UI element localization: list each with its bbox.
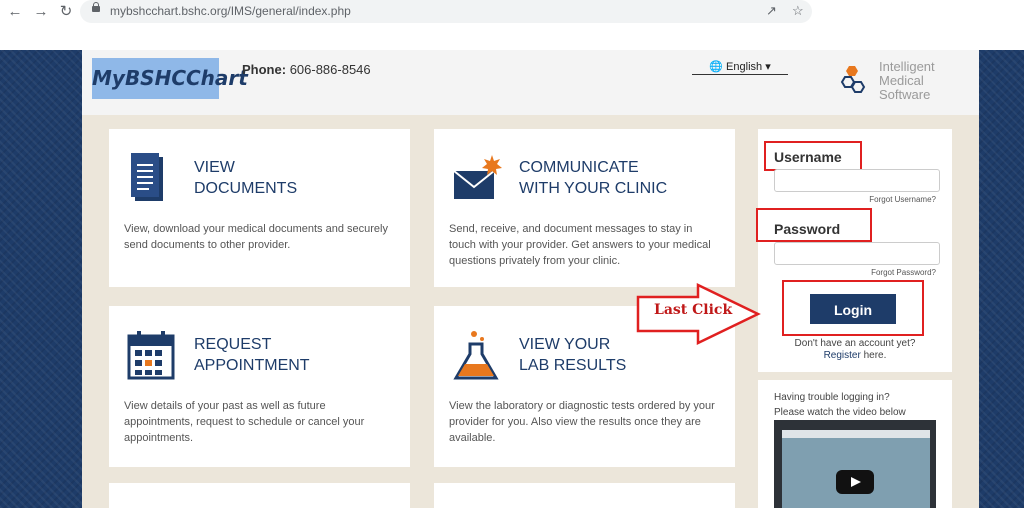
main-content: VIEW DOCUMENTS View, download your medic… (82, 115, 979, 508)
forgot-username-link[interactable]: Forgot Username? (869, 195, 936, 204)
phone-info: Phone: 606-886-8546 (242, 62, 371, 77)
card-description: View the laboratory or diagnostic tests … (449, 400, 715, 444)
username-label: Username (774, 149, 842, 165)
ims-line-1: Intelligent (879, 59, 935, 74)
no-account-text: Don't have an account yet? (794, 338, 916, 349)
card-partial-right[interactable] (434, 483, 735, 508)
phone-label: Phone: (242, 62, 287, 77)
mybshcchart-logo[interactable]: MyBSHCChart (92, 58, 248, 99)
annotation-text: Last Click (654, 302, 733, 318)
address-bar[interactable]: mybshcchart.bshc.org/IMS/general/index.p… (80, 0, 812, 23)
reload-icon[interactable]: ↻ (57, 3, 75, 21)
card-communicate[interactable]: COMMUNICATE WITH YOUR CLINIC Send, recei… (434, 129, 735, 287)
language-selector[interactable]: 🌐 English ▾ (692, 60, 788, 75)
help-video[interactable] (774, 420, 936, 508)
card-title: REQUEST APPOINTMENT (194, 334, 310, 376)
chevron-down-icon: ▾ (765, 61, 771, 73)
help-video-panel: Having trouble logging in? Please watch … (758, 380, 952, 508)
login-panel: Username Forgot Username? Password Forgo… (756, 129, 952, 372)
envelope-icon (453, 155, 502, 199)
phone-number: 606-886-8546 (289, 62, 371, 77)
card-view-documents[interactable]: VIEW DOCUMENTS View, download your medic… (109, 129, 410, 287)
login-button[interactable]: Login (810, 294, 896, 324)
url-text: mybshcchart.bshc.org/IMS/general/index.p… (110, 4, 351, 18)
password-input[interactable] (774, 242, 940, 265)
play-icon[interactable] (836, 470, 874, 494)
lock-icon (92, 2, 100, 12)
ims-logo-text: Intelligent Medical Software (879, 60, 935, 102)
bookmark-star-icon[interactable]: ☆ (792, 3, 804, 19)
card-title-line1: VIEW (194, 159, 235, 176)
back-arrow-icon[interactable]: ← (6, 3, 24, 21)
calendar-icon (127, 331, 175, 380)
help-text: Having trouble logging in? Please watch … (774, 390, 906, 420)
card-title-line2: LAB RESULTS (519, 357, 627, 374)
password-label: Password (774, 221, 841, 237)
document-icon (131, 153, 163, 201)
language-value: English (726, 61, 763, 73)
card-title-line2: DOCUMENTS (194, 180, 298, 197)
card-title-line2: WITH YOUR CLINIC (519, 180, 668, 197)
ims-line-2: Medical (879, 73, 924, 88)
help-line-1: Having trouble logging in? (774, 392, 890, 403)
share-icon[interactable]: ↗ (766, 3, 777, 19)
register-link[interactable]: Register (824, 350, 861, 361)
card-title-line2: APPOINTMENT (194, 357, 310, 374)
card-partial-left[interactable] (109, 483, 410, 508)
ims-line-3: Software (879, 87, 931, 102)
help-line-2: Please watch the video below (774, 407, 906, 418)
register-prompt: Don't have an account yet? Register here… (758, 338, 952, 362)
page-background: MyBSHCChart Phone: 606-886-8546 🌐 Englis… (0, 50, 1024, 508)
card-description: Send, receive, and document messages to … (449, 223, 711, 267)
card-title-line1: REQUEST (194, 336, 272, 353)
card-title-line1: VIEW YOUR (519, 336, 611, 353)
forgot-password-link[interactable]: Forgot Password? (871, 268, 936, 277)
username-input[interactable] (774, 169, 940, 192)
lab-flask-icon (453, 331, 499, 380)
video-thumbnail (782, 430, 930, 508)
browser-toolbar: ← → ↻ mybshcchart.bshc.org/IMS/general/i… (0, 0, 1024, 24)
site-header: MyBSHCChart Phone: 606-886-8546 🌐 Englis… (82, 50, 979, 115)
forward-arrow-icon[interactable]: → (32, 3, 50, 21)
card-title-line1: COMMUNICATE (519, 159, 639, 176)
card-title: VIEW YOUR LAB RESULTS (519, 334, 626, 376)
register-suffix: here. (860, 350, 887, 361)
card-description: View details of your past as well as fut… (124, 400, 365, 444)
ims-hexagon-logo-icon (840, 66, 866, 93)
card-request-appointment[interactable]: REQUEST APPOINTMENT View details of your… (109, 306, 410, 467)
card-title: VIEW DOCUMENTS (194, 157, 297, 199)
card-title: COMMUNICATE WITH YOUR CLINIC (519, 157, 667, 199)
video-thumbnail-toolbar (782, 430, 930, 438)
card-description: View, download your medical documents an… (124, 223, 388, 251)
globe-icon: 🌐 (709, 61, 723, 73)
